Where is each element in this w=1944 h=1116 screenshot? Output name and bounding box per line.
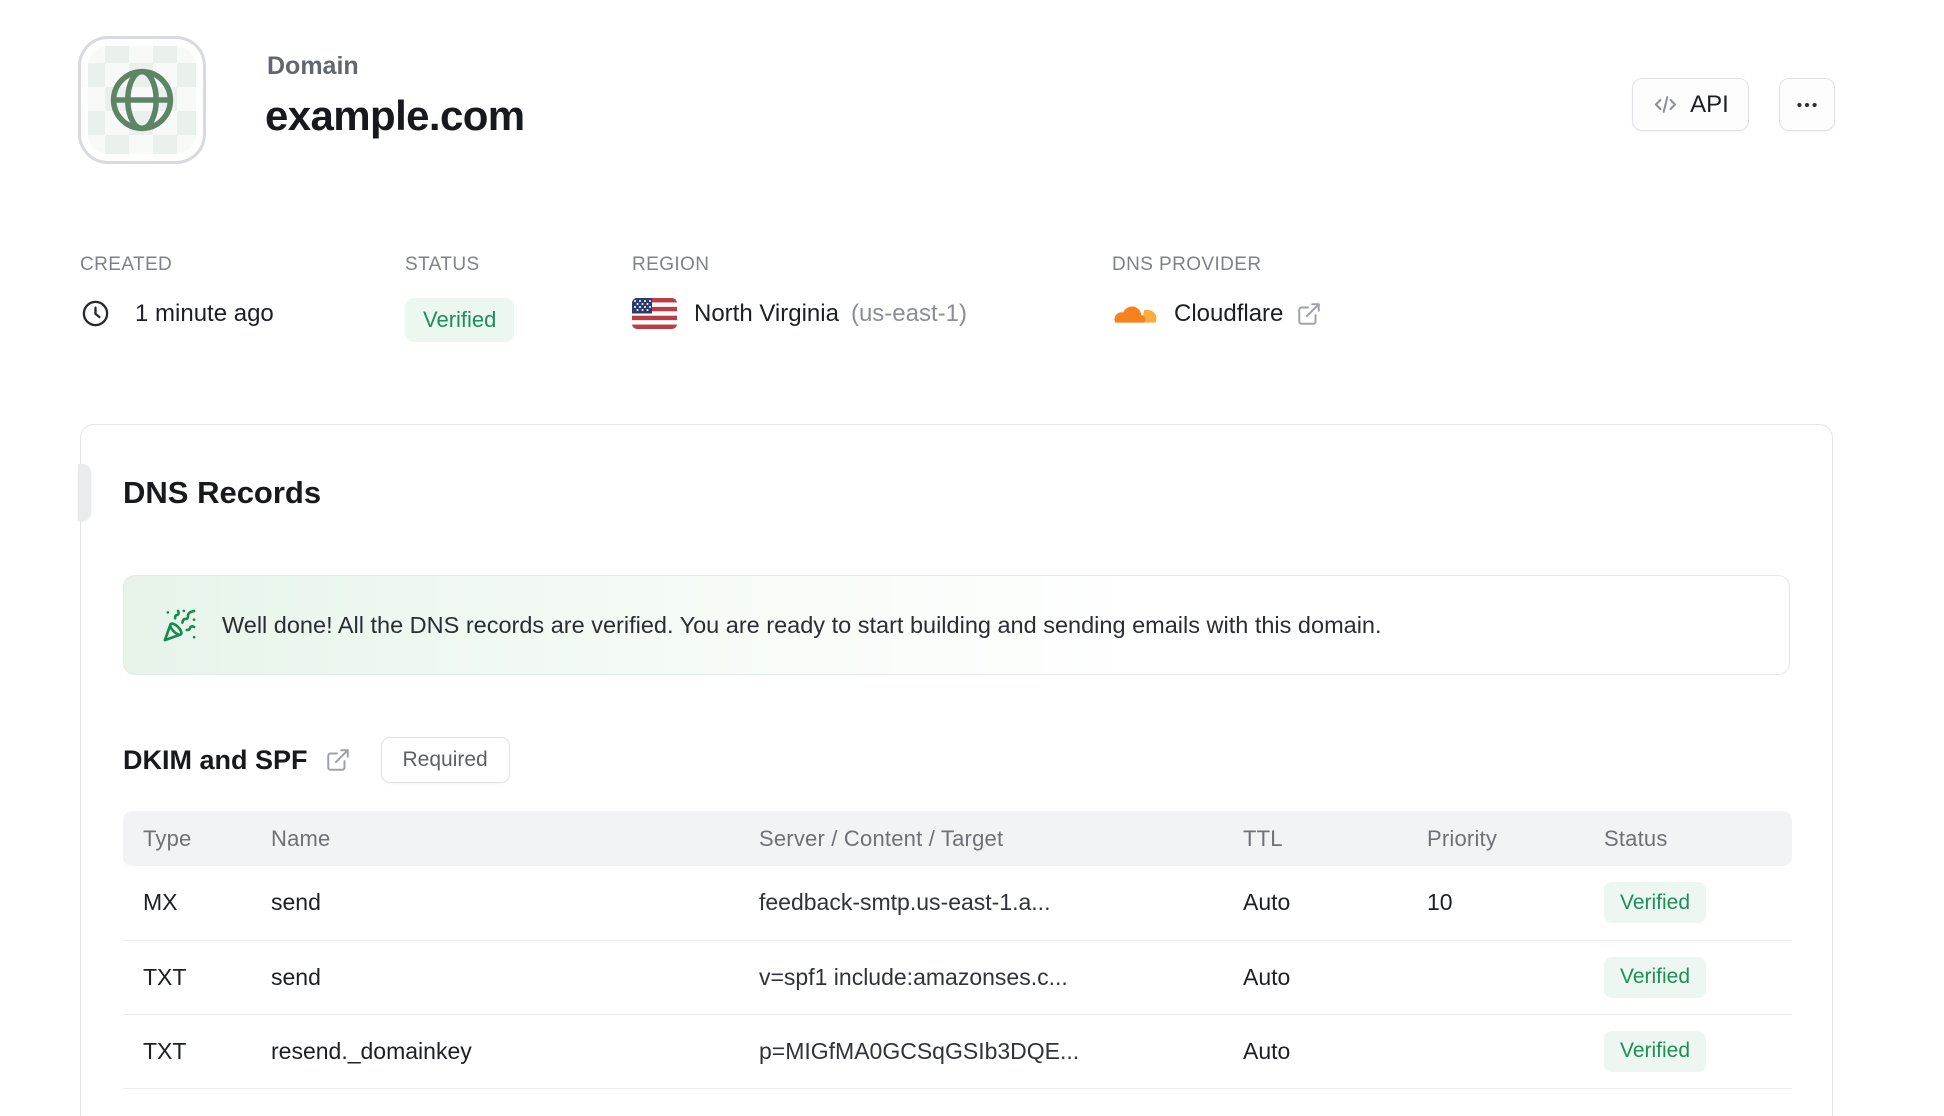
- party-popper-icon: [163, 609, 196, 641]
- cell-type: MX: [123, 866, 271, 941]
- cell-ttl: Auto: [1243, 866, 1427, 941]
- domain-avatar: [78, 36, 206, 164]
- clock-icon: [82, 300, 109, 327]
- us-flag-icon: [632, 298, 677, 329]
- column-header: Status: [1604, 811, 1792, 866]
- column-header: TTL: [1243, 811, 1427, 866]
- cell-name: send: [271, 866, 759, 941]
- status-badge: Verified: [1604, 1030, 1707, 1072]
- cell-status: Verified: [1604, 940, 1792, 1015]
- more-options-button[interactable]: [1779, 78, 1835, 131]
- page-title: example.com: [265, 92, 525, 139]
- domain-detail-page: Domain example.com API CREATED 1 minute …: [0, 0, 1944, 1116]
- status-badge: Verified: [1604, 882, 1707, 924]
- cell-content: p=MIGfMA0GCSqGSIb3DQE...: [759, 1014, 1243, 1089]
- cell-priority: 10: [1427, 866, 1604, 941]
- dns-records-table: Type Name Server / Content / Target TTL Prio…: [123, 811, 1792, 1089]
- cell-ttl: Auto: [1243, 1014, 1427, 1089]
- cell-ttl: Auto: [1243, 940, 1427, 1015]
- external-link-icon[interactable]: [325, 747, 351, 773]
- meta-status: STATUS Verified: [405, 254, 515, 342]
- section-anchor-tab: [78, 464, 91, 521]
- cell-status: Verified: [1604, 1014, 1792, 1089]
- table-row: TXT resend._domainkey p=MIGfMA0GCSqGSIb3DQ…: [123, 1014, 1792, 1089]
- meta-created-label: CREATED: [80, 254, 173, 275]
- header-row: Type Name Server / Content / Target TTL Prio…: [123, 811, 1792, 866]
- api-button-label: API: [1690, 90, 1729, 118]
- cell-priority: [1427, 1014, 1604, 1089]
- dns-table-header: Type Name Server / Content / Target TTL Prio…: [123, 811, 1792, 866]
- status-badge: Verified: [405, 298, 515, 342]
- column-header: Name: [271, 811, 759, 866]
- table-row: MX send feedback-smtp.us-east-1.a... Auto 10…: [123, 866, 1792, 941]
- table-row: TXT send v=spf1 include:amazonses.c... Auto…: [123, 940, 1792, 1015]
- dns-records-card: DNS Records Well done! All the DNS recor…: [80, 424, 1833, 1116]
- success-banner: Well done! All the DNS records are verif…: [123, 575, 1790, 675]
- cell-status: Verified: [1604, 866, 1792, 941]
- cell-priority: [1427, 940, 1604, 1015]
- status-badge: Verified: [1604, 956, 1707, 998]
- cell-name: resend._domainkey: [271, 1014, 759, 1089]
- dkim-spf-section-head: DKIM and SPF Required: [123, 737, 1790, 783]
- globe-icon: [110, 68, 174, 132]
- meta-dns-provider-label: DNS PROVIDER: [1112, 254, 1262, 275]
- dns-table-body: MX send feedback-smtp.us-east-1.a... Auto 10…: [123, 866, 1792, 1089]
- meta-region-value: North Virginia: [694, 299, 839, 327]
- meta-status-label: STATUS: [405, 254, 480, 275]
- cell-content: v=spf1 include:amazonses.c...: [759, 940, 1243, 1015]
- meta-region-code: (us-east-1): [850, 299, 967, 327]
- cloudflare-icon: [1114, 306, 1157, 323]
- cell-type: TXT: [123, 940, 271, 1015]
- column-header: Priority: [1427, 811, 1604, 866]
- meta-dns-provider: DNS PROVIDER Cloudflare: [1112, 254, 1322, 329]
- cell-name: send: [271, 940, 759, 1015]
- meta-region: REGION North Virginia (us-east-1): [632, 254, 967, 329]
- ellipsis-icon: [1797, 102, 1817, 107]
- meta-row: CREATED 1 minute ago STATUS Verified REG…: [0, 254, 1944, 364]
- code-icon: [1655, 96, 1677, 113]
- meta-region-label: REGION: [632, 254, 710, 275]
- success-banner-text: Well done! All the DNS records are verif…: [222, 611, 1382, 638]
- dns-records-title: DNS Records: [123, 475, 322, 510]
- meta-created: CREATED 1 minute ago: [80, 254, 274, 329]
- column-header: Type: [123, 811, 271, 866]
- api-button[interactable]: API: [1632, 78, 1749, 131]
- required-badge: Required: [380, 737, 510, 783]
- meta-created-value: 1 minute ago: [135, 299, 274, 327]
- domain-kicker: Domain: [267, 52, 359, 80]
- external-link-icon[interactable]: [1296, 301, 1322, 327]
- cell-type: TXT: [123, 1014, 271, 1089]
- meta-dns-provider-value: Cloudflare: [1174, 299, 1284, 327]
- dkim-spf-title: DKIM and SPF: [123, 744, 308, 775]
- column-header: Server / Content / Target: [759, 811, 1243, 866]
- cell-content: feedback-smtp.us-east-1.a...: [759, 866, 1243, 941]
